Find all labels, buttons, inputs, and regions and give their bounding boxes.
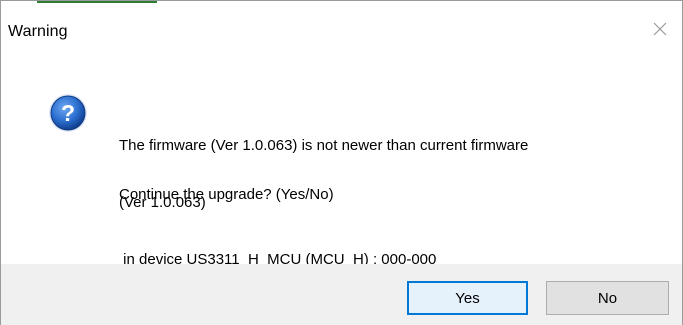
background-window-bar xyxy=(37,1,157,3)
close-button[interactable] xyxy=(638,13,682,45)
background-window-sliver xyxy=(1,1,682,7)
yes-button[interactable]: Yes xyxy=(407,281,528,315)
warning-dialog: Warning ? The firmware (Ver 1.0.063) is … xyxy=(0,0,683,325)
dialog-prompt: Continue the upgrade? (Yes/No) xyxy=(119,186,334,203)
dialog-title: Warning xyxy=(8,23,68,40)
svg-text:?: ? xyxy=(61,100,75,126)
message-line: The firmware (Ver 1.0.063) is not newer … xyxy=(119,137,529,154)
dialog-body: ? The firmware (Ver 1.0.063) is not newe… xyxy=(1,45,682,268)
dialog-titlebar[interactable]: Warning xyxy=(1,13,682,45)
question-icon: ? xyxy=(48,93,88,133)
no-button[interactable]: No xyxy=(546,281,669,315)
close-icon xyxy=(653,22,667,36)
dialog-button-bar: Yes No xyxy=(1,264,682,325)
